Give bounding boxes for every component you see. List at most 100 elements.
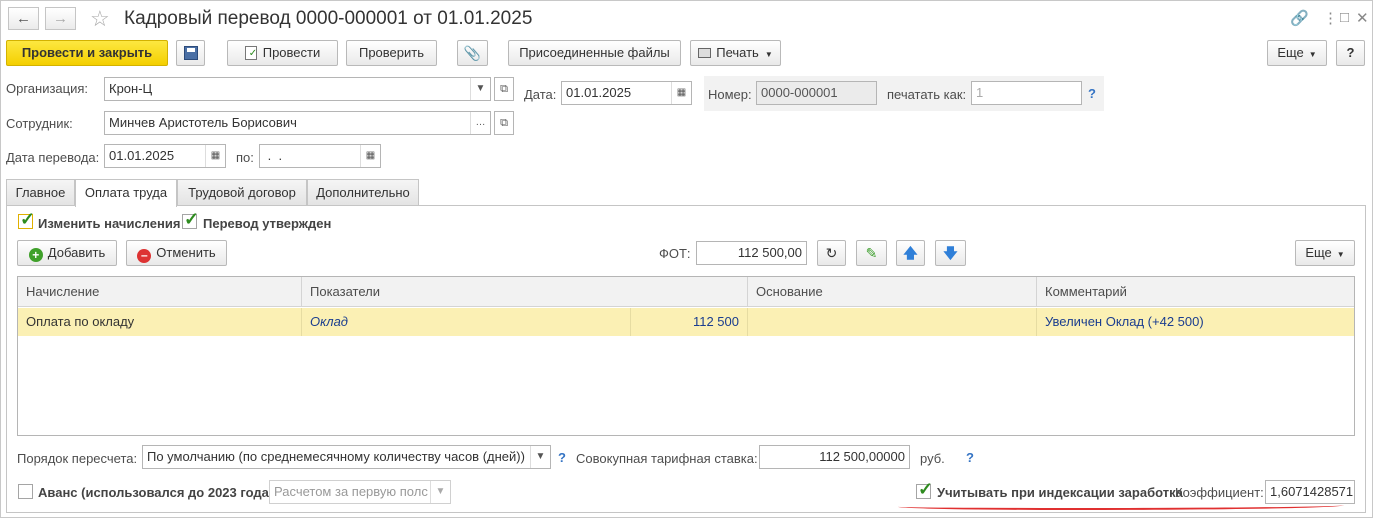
to-date-field[interactable]: . . ▦ [259, 144, 381, 168]
document-window: ← → ☆ Кадровый перевод 0000-000001 от 01… [0, 0, 1373, 518]
document-title: Кадровый перевод 0000-000001 от 01.01.20… [124, 8, 533, 29]
tariff-label: Совокупная тарифная ставка: [576, 451, 758, 466]
employee-label: Сотрудник: [6, 116, 73, 131]
forward-button[interactable]: → [45, 7, 76, 30]
organization-label: Организация: [6, 81, 89, 96]
fot-label: ФОТ: [659, 246, 691, 261]
add-button[interactable]: + Добавить [17, 240, 117, 266]
dropdown-arrow-icon[interactable]: ▼ [530, 446, 550, 468]
open-organization-icon[interactable]: ⧉ [494, 77, 514, 101]
organization-field[interactable]: Крон-Ц ▼ [104, 77, 491, 101]
link-icon[interactable]: 🔗 [1290, 9, 1309, 27]
cell-comment[interactable]: Увеличен Оклад (+42 500) [1037, 308, 1354, 336]
advance-checkbox[interactable] [18, 484, 33, 499]
save-button[interactable] [176, 40, 205, 66]
cell-amount[interactable]: 112 500 [631, 308, 748, 336]
cell-accrual[interactable]: Оплата по окладу [18, 308, 302, 336]
cancel-button-label: Отменить [156, 245, 216, 260]
maximize-icon[interactable]: □ [1340, 9, 1349, 26]
refresh-icon: ↻ [825, 245, 838, 261]
printer-icon [698, 48, 712, 58]
help-question-icon[interactable]: ? [558, 450, 566, 465]
number-field[interactable]: 0000-000001 [756, 81, 877, 105]
dropdown-arrow-icon[interactable]: ▼ [470, 78, 490, 100]
menu-dots-icon[interactable]: ⋮ [1323, 9, 1338, 27]
advance-select[interactable]: Расчетом за первую полс ▼ [269, 480, 451, 504]
help-question-icon[interactable]: ? [1088, 86, 1096, 101]
attach-button[interactable]: 📎 [457, 40, 488, 66]
post-button[interactable]: ✓ Провести [227, 40, 338, 66]
coefficient-field[interactable]: 1,6071428571 [1265, 480, 1355, 504]
cell-indicator[interactable]: Оклад [302, 308, 631, 336]
minus-circle-icon: – [137, 249, 152, 263]
transfer-date-value: 01.01.2025 [109, 148, 175, 163]
dropdown-arrow-icon: ▼ [764, 50, 773, 59]
calendar-icon[interactable]: ▦ [671, 82, 691, 104]
coefficient-label: Коэффициент: [1175, 485, 1264, 500]
help-question-icon[interactable]: ? [966, 450, 974, 465]
arrow-down-icon: 🡇 [943, 245, 958, 261]
favorite-star-icon[interactable]: ☆ [90, 6, 110, 32]
column-header-accrual[interactable]: Начисление [18, 277, 302, 307]
column-header-comment[interactable]: Комментарий [1037, 277, 1354, 307]
help-button[interactable]: ? [1336, 40, 1365, 66]
column-header-indicators[interactable]: Показатели [302, 277, 748, 307]
date-label: Дата: [524, 87, 557, 102]
cancel-button[interactable]: – Отменить [126, 240, 227, 266]
grid-more-button[interactable]: Еще ▼ [1295, 240, 1355, 266]
floppy-disk-icon [183, 46, 198, 60]
move-down-button[interactable]: 🡇 [935, 240, 966, 266]
close-icon[interactable]: ✕ [1356, 9, 1369, 27]
tab-additional[interactable]: Дополнительно [307, 179, 419, 206]
grid-more-label: Еще [1305, 245, 1332, 260]
organization-value: Крон-Ц [109, 81, 153, 96]
refresh-button[interactable]: ↻ [817, 240, 846, 266]
date-field[interactable]: 01.01.2025 ▦ [561, 81, 692, 105]
cell-basis[interactable] [748, 308, 1037, 336]
post-and-close-button[interactable]: Провести и закрыть [6, 40, 168, 66]
fot-field[interactable]: 112 500,00 [696, 241, 807, 265]
paperclip-icon: 📎 [463, 45, 482, 61]
to-date-value: . . [264, 148, 283, 163]
employee-value: Минчев Аристотель Борисович [109, 115, 297, 130]
change-accruals-checkbox[interactable]: ✓ [18, 209, 35, 229]
print-as-label: печатать как: [887, 87, 967, 102]
approved-checkbox[interactable]: ✓ [182, 209, 199, 229]
more-button-label: Еще [1277, 45, 1304, 60]
employee-field[interactable]: Минчев Аристотель Борисович … [104, 111, 491, 135]
print-button[interactable]: Печать ▼ [690, 40, 781, 66]
move-up-button[interactable]: 🡅 [896, 240, 925, 266]
currency-label: руб. [920, 451, 945, 466]
pencil-icon: ✎ [865, 245, 878, 261]
check-button[interactable]: Проверить [346, 40, 437, 66]
number-label: Номер: [708, 87, 752, 102]
print-as-field[interactable]: 1 [971, 81, 1082, 105]
more-button[interactable]: Еще ▼ [1267, 40, 1327, 66]
checkmark-icon: ✓ [184, 209, 200, 229]
column-header-basis[interactable]: Основание [748, 277, 1037, 307]
date-value: 01.01.2025 [566, 85, 632, 100]
open-employee-icon[interactable]: ⧉ [494, 111, 514, 135]
tab-pay[interactable]: Оплата труда [75, 179, 177, 207]
calendar-icon[interactable]: ▦ [360, 145, 380, 167]
tab-contract[interactable]: Трудовой договор [177, 179, 307, 206]
calendar-icon[interactable]: ▦ [205, 145, 225, 167]
advance-label: Аванс (использовался до 2023 года) [38, 485, 274, 500]
recalc-select[interactable]: По умолчанию (по среднемесячному количес… [142, 445, 551, 469]
tab-main[interactable]: Главное [6, 179, 75, 206]
indexation-checkbox[interactable]: ✓ [916, 479, 933, 499]
back-button[interactable]: ← [8, 7, 39, 30]
add-button-label: Добавить [47, 245, 106, 260]
to-date-label: по: [236, 150, 254, 165]
approved-label: Перевод утвержден [203, 216, 332, 231]
attached-files-button[interactable]: Присоединенные файлы [508, 40, 681, 66]
tariff-field[interactable]: 112 500,00000 [759, 445, 910, 469]
transfer-date-field[interactable]: 01.01.2025 ▦ [104, 144, 226, 168]
accruals-table: Начисление Показатели Основание Коммента… [17, 276, 1355, 436]
edit-button[interactable]: ✎ [856, 240, 887, 266]
advance-value: Расчетом за первую полс [274, 484, 428, 499]
recalc-value: По умолчанию (по среднемесячному количес… [147, 449, 525, 464]
ellipsis-icon[interactable]: … [470, 112, 490, 134]
post-document-icon: ✓ [244, 46, 257, 60]
dropdown-arrow-icon[interactable]: ▼ [430, 481, 450, 503]
